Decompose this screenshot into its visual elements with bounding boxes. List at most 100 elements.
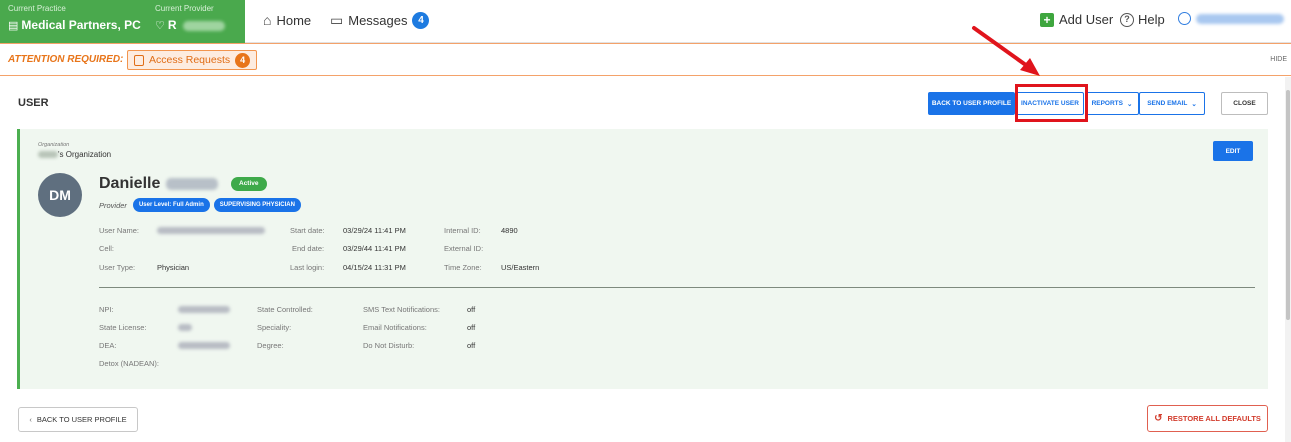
red-arrow-icon	[972, 26, 1040, 76]
top-bar: Current Practice ▤ Medical Partners, PC C…	[0, 0, 1291, 43]
dea-redacted	[178, 341, 230, 349]
do-not-disturb-label: Do Not Disturb:	[363, 341, 415, 350]
role-row: Provider User Level: Full Admin SUPERVIS…	[99, 198, 301, 212]
last-name-redacted	[166, 178, 219, 190]
organization-name-suffix: 's Organization	[58, 150, 112, 159]
user-menu[interactable]: ⌄	[1178, 12, 1291, 25]
degree-label: Degree:	[257, 341, 284, 350]
scrollbar-thumb[interactable]	[1286, 90, 1290, 320]
email-notifications-value: off	[467, 323, 476, 332]
chevron-down-icon: ⌄	[1126, 100, 1133, 108]
npi-redacted	[178, 305, 230, 313]
reports-label: REPORTS	[1091, 100, 1123, 107]
practice-label: Current Practice	[8, 4, 66, 13]
npi-value	[178, 304, 230, 313]
document-icon	[134, 54, 144, 66]
end-date-label: End date:	[292, 244, 325, 253]
internal-id-label: Internal ID:	[444, 226, 481, 235]
stethoscope-icon: ♡	[155, 20, 165, 32]
role-label: Provider	[99, 200, 127, 210]
dea-label: DEA:	[99, 341, 117, 350]
add-user-link[interactable]: + Add User	[1040, 12, 1113, 27]
cell-label: Cell:	[99, 244, 115, 253]
speciality-label: Speciality:	[257, 323, 292, 332]
org-owner-redacted	[38, 151, 58, 159]
home-link[interactable]: ⌂ Home	[263, 12, 311, 28]
practice-switcher[interactable]: Current Practice ▤ Medical Partners, PC C…	[0, 0, 245, 43]
back-to-user-profile-button[interactable]: BACK TO USER PROFILE	[928, 92, 1015, 115]
chevron-down-icon: ⌄	[1191, 100, 1197, 108]
restore-all-defaults-button[interactable]: ↺ RESTORE ALL DEFAULTS	[1147, 405, 1268, 432]
dea-value	[178, 340, 230, 349]
question-icon: ?	[1120, 12, 1134, 27]
message-icon: ▭	[330, 12, 344, 28]
messages-link[interactable]: ▭ Messages 4	[330, 12, 430, 29]
attention-label: ATTENTION REQUIRED:	[8, 54, 124, 65]
user-icon	[1178, 12, 1191, 25]
user-profile-card: Organization 's Organization EDIT DM Dan…	[17, 129, 1268, 389]
user-full-name: Danielle	[99, 175, 219, 193]
user-level-badge: User Level: Full Admin	[132, 198, 210, 212]
state-controlled-label: State Controlled:	[257, 305, 313, 314]
user-name-label: User Name:	[99, 226, 140, 235]
time-zone-value: US/Eastern	[501, 263, 540, 272]
state-license-redacted	[178, 323, 192, 331]
send-email-dropdown[interactable]: SEND EMAIL ⌄	[1139, 92, 1205, 115]
access-requests-label: Access Requests	[149, 54, 231, 66]
last-login-label: Last login:	[290, 263, 325, 272]
add-user-label: Add User	[1059, 12, 1114, 27]
home-icon: ⌂	[263, 12, 272, 28]
help-label: Help	[1138, 12, 1165, 27]
highlight-box	[1015, 84, 1088, 122]
sms-notifications-label: SMS Text Notifications:	[363, 305, 440, 314]
hide-link[interactable]: HIDE	[1270, 56, 1287, 63]
edit-button[interactable]: EDIT	[1213, 141, 1253, 161]
user-type-label: User Type:	[99, 263, 136, 272]
avatar: DM	[38, 173, 82, 217]
state-license-label: State License:	[99, 323, 147, 332]
current-provider[interactable]: Current Provider ♡ R	[155, 4, 225, 34]
last-login-value: 04/15/24 11:31 PM	[343, 263, 406, 272]
section-divider	[99, 287, 1255, 288]
close-button[interactable]: CLOSE	[1221, 92, 1268, 115]
reports-dropdown[interactable]: REPORTS ⌄	[1085, 92, 1139, 115]
do-not-disturb-value: off	[467, 341, 476, 350]
back-to-user-profile-footer-button[interactable]: ‹ BACK TO USER PROFILE	[18, 407, 138, 432]
messages-count-badge: 4	[412, 12, 430, 29]
user-name-redacted	[1196, 13, 1284, 24]
external-id-label: External ID:	[444, 244, 484, 253]
access-requests-count-badge: 4	[235, 52, 251, 68]
organization-name: 's Organization	[38, 150, 111, 159]
user-first-name: Danielle	[99, 175, 161, 192]
chevron-left-icon: ‹	[29, 415, 32, 424]
practice-name: Medical Partners, PC	[21, 18, 141, 32]
organization-label: Organization	[38, 142, 70, 148]
status-badge: Active	[231, 177, 267, 191]
email-notifications-label: Email Notifications:	[363, 323, 427, 332]
help-link[interactable]: ? Help	[1120, 12, 1165, 27]
user-name-redacted	[157, 226, 265, 234]
restore-icon: ↺	[1154, 413, 1163, 424]
home-label: Home	[276, 12, 312, 28]
npi-label: NPI:	[99, 305, 114, 314]
state-license-value	[178, 322, 192, 331]
access-requests-button[interactable]: Access Requests 4	[127, 50, 258, 70]
provider-name-redacted	[182, 20, 225, 31]
detox-label: Detox (NADEAN):	[99, 359, 160, 368]
send-email-label: SEND EMAIL	[1147, 100, 1188, 107]
time-zone-label: Time Zone:	[444, 263, 482, 272]
current-practice[interactable]: Current Practice ▤ Medical Partners, PC	[8, 4, 141, 34]
back-label: BACK TO USER PROFILE	[36, 415, 127, 424]
internal-id-value: 4890	[501, 226, 518, 235]
building-icon: ▤	[8, 20, 19, 32]
attention-bar: ATTENTION REQUIRED: Access Requests 4 HI…	[0, 43, 1291, 76]
user-name-value	[157, 225, 265, 234]
provider-label: Current Provider	[155, 4, 214, 13]
restore-label: RESTORE ALL DEFAULTS	[1167, 414, 1261, 423]
page-title: USER	[18, 97, 49, 109]
start-date-value: 03/29/24 11:41 PM	[343, 226, 406, 235]
supervising-physician-badge: SUPERVISING PHYSICIAN	[213, 198, 301, 212]
messages-label: Messages	[348, 13, 408, 28]
end-date-value: 03/29/44 11:41 PM	[343, 244, 406, 253]
sms-notifications-value: off	[467, 305, 476, 314]
